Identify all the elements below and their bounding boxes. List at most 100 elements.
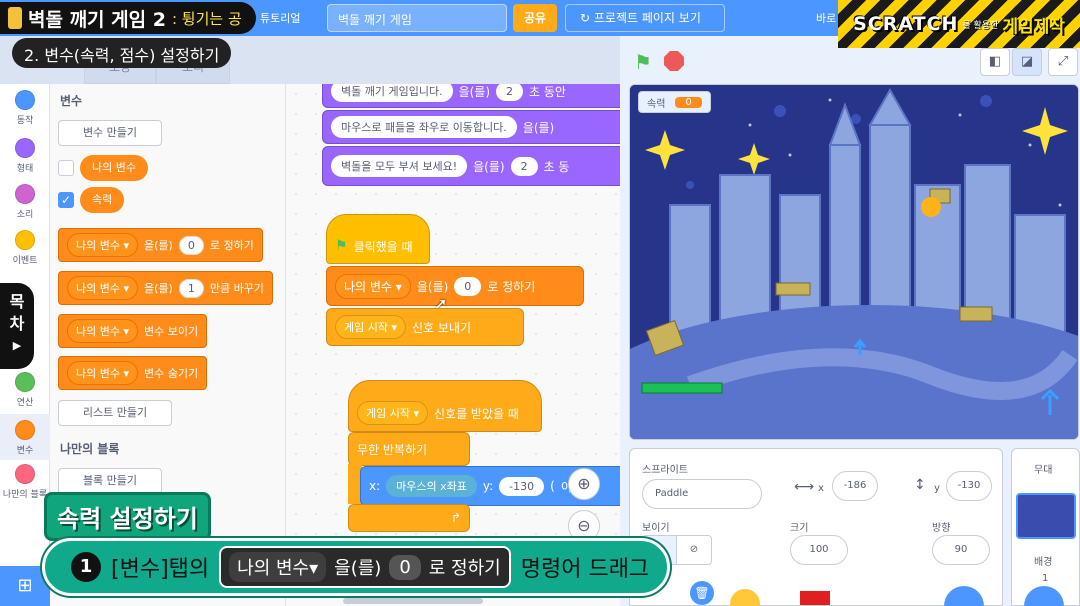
speed-variable-reporter[interactable]: 속력 xyxy=(80,187,125,213)
direction-label: 방향 xyxy=(932,523,951,534)
say-text-input[interactable]: 벽돌 깨기 게임입니다. xyxy=(331,84,453,102)
y-label: y xyxy=(934,483,940,494)
stage-selector-panel[interactable]: 무대 배경 1 xyxy=(1011,448,1080,606)
set-variable-block[interactable]: 나의 변수 ▾ 을(를) 0 로 정하기 xyxy=(58,228,263,262)
backdrop-thumbnail xyxy=(1016,493,1076,539)
normal-stage-button[interactable]: ◪ xyxy=(1012,48,1042,76)
size-input[interactable]: 100 xyxy=(790,535,848,565)
zoom-in-button[interactable]: ⊕ xyxy=(568,468,600,500)
category-variables[interactable]: 변수 xyxy=(0,414,50,460)
caption-block-value: 0 xyxy=(389,554,421,580)
say-text-input[interactable]: 벽돌을 모두 부셔 보세요! xyxy=(331,155,468,177)
category-sound[interactable]: 소리 xyxy=(0,184,50,220)
x-input[interactable]: -186 xyxy=(832,471,878,501)
caption-block-suffix: 로 정하기 xyxy=(428,558,501,579)
speed-variable-monitor[interactable]: 속력 0 xyxy=(638,91,711,113)
variable-dropdown[interactable]: 나의 변수 ▾ xyxy=(67,361,138,385)
category-motion[interactable]: 동작 xyxy=(0,90,50,126)
variable-dropdown[interactable]: 나의 변수 ▾ xyxy=(67,233,138,257)
trash-icon[interactable]: 🗑 xyxy=(690,581,714,605)
variable-dropdown[interactable]: 나의 변수 ▾ xyxy=(335,273,411,299)
caption-block-mid: 을(를) xyxy=(334,558,382,579)
sprite-name-input[interactable]: Paddle xyxy=(642,479,762,509)
looks-dot-icon xyxy=(15,138,35,158)
hide-sprite-toggle[interactable]: ⊘ xyxy=(676,535,712,565)
show-label: 보이기 xyxy=(642,523,670,534)
say-text-input[interactable]: 마우스로 패들을 좌우로 이동합니다. xyxy=(331,116,517,138)
brand-logo: SCRATCH 를 활용한 게임제작 xyxy=(838,0,1080,48)
value-input[interactable]: 1 xyxy=(178,278,204,298)
block-text: x: xyxy=(369,479,381,493)
stage-canvas[interactable]: 속력 0 xyxy=(629,84,1079,440)
small-stage-button[interactable]: ◧ xyxy=(980,48,1010,76)
see-project-page-label: 프로젝트 페이지 보기 xyxy=(593,11,701,25)
ball-sprite-thumbnail[interactable] xyxy=(730,589,760,606)
script-area-scrollbar[interactable] xyxy=(343,598,483,604)
show-variable-block[interactable]: 나의 변수 ▾ 변수 보이기 xyxy=(58,314,208,348)
make-variable-button[interactable]: 변수 만들기 xyxy=(58,120,162,146)
block-text: 무한 반복하기 xyxy=(357,442,428,457)
y-arrows-icon: ↕ xyxy=(914,477,926,493)
caption-heading: 속력 설정하기 xyxy=(44,492,211,541)
category-label: 연산 xyxy=(16,398,34,408)
brick-sprite-thumbnail[interactable] xyxy=(800,591,830,605)
share-button[interactable]: 공유 xyxy=(513,4,557,32)
script-area[interactable]: 벽돌 깨기 게임입니다. 을(를) 2 초 동안 마우스로 패들을 좌우로 이동… xyxy=(286,84,620,606)
hide-variable-block[interactable]: 나의 변수 ▾ 변수 숨기기 xyxy=(58,356,208,390)
value-input[interactable]: 0 xyxy=(178,235,204,255)
secs-input[interactable]: 2 xyxy=(510,156,538,176)
category-looks[interactable]: 형태 xyxy=(0,138,50,174)
sound-dot-icon xyxy=(15,184,35,204)
change-variable-block[interactable]: 나의 변수 ▾ 을(를) 1 만큼 바꾸기 xyxy=(58,271,273,305)
operators-dot-icon xyxy=(15,372,35,392)
green-flag-button[interactable]: ⚑ xyxy=(634,50,652,74)
category-events[interactable]: 이벤트 xyxy=(0,230,50,266)
caption-bar: 1 [변수]탭의 나의 변수▾ 을(를) 0 로 정하기 명령어 드래그 xyxy=(42,538,670,596)
toc-arrow-icon: ▶ xyxy=(12,339,22,352)
see-project-page-button[interactable]: ↻ 프로젝트 페이지 보기 xyxy=(565,4,725,32)
paddle-sprite xyxy=(641,382,723,394)
variable-dropdown[interactable]: 나의 변수 ▾ xyxy=(67,276,138,300)
y-input[interactable]: -130 xyxy=(499,476,545,496)
message-dropdown[interactable]: 게임 시작 ▾ xyxy=(357,401,428,425)
block-text: 초 동 xyxy=(543,159,570,174)
caption-after: 명령어 드래그 xyxy=(520,557,650,582)
stop-button[interactable] xyxy=(664,51,684,71)
block-text: y: xyxy=(482,479,494,493)
direction-input[interactable]: 90 xyxy=(932,535,990,565)
block-text: 을(를) xyxy=(416,279,449,294)
my-variable-checkbox[interactable] xyxy=(58,160,74,176)
user-menu[interactable]: 바로 xyxy=(816,10,836,26)
value-input[interactable]: 0 xyxy=(454,276,482,296)
my-variable-reporter[interactable]: 나의 변수 xyxy=(80,155,148,181)
category-label: 이벤트 xyxy=(12,256,38,266)
say-block-1[interactable]: 벽돌 깨기 게임입니다. 을(를) 2 초 동안 xyxy=(322,84,620,108)
tutorials-menu[interactable]: 튜토리얼 xyxy=(260,10,300,26)
when-i-receive-hat[interactable]: 게임 시작 ▾ 신호를 받았을 때 xyxy=(348,380,542,432)
say-block-3[interactable]: 벽돌을 모두 부셔 보세요! 을(를) 2 초 동 xyxy=(322,146,620,186)
block-text: 을(를) xyxy=(473,159,505,174)
y-input[interactable]: -130 xyxy=(946,471,992,501)
message-dropdown[interactable]: 게임 시작 ▾ xyxy=(335,315,406,339)
category-operators[interactable]: 연산 xyxy=(0,372,50,408)
when-flag-clicked-hat[interactable]: ⚑ 클릭했을 때 xyxy=(326,214,430,264)
make-block-button[interactable]: 블록 만들기 xyxy=(58,468,162,494)
secs-input[interactable]: 2 xyxy=(496,84,524,101)
motion-dot-icon xyxy=(15,90,35,110)
say-block-2[interactable]: 마우스로 패들을 좌우로 이동합니다. 을(를) xyxy=(322,110,620,144)
block-text: 만큼 바꾸기 xyxy=(209,282,264,295)
set-variable-script-block[interactable]: 나의 변수 ▾ 을(를) 0 로 정하기 xyxy=(326,266,584,306)
fullscreen-button[interactable]: ⤢ xyxy=(1048,48,1078,76)
toc-tab[interactable]: 목 차 ▶ xyxy=(0,283,34,369)
variables-heading: 변수 xyxy=(60,94,83,108)
block-text: 변수 보이기 xyxy=(144,325,199,338)
speed-variable-checkbox[interactable]: ✓ xyxy=(58,192,74,208)
broadcast-block[interactable]: 게임 시작 ▾ 신호 보내기 xyxy=(326,308,524,346)
mouse-x-reporter[interactable]: 마우스의 x좌표 xyxy=(386,475,477,497)
category-my-blocks[interactable]: 나만의 블록 xyxy=(0,464,50,500)
stage-backdrop xyxy=(630,85,1078,439)
make-list-button[interactable]: 리스트 만들기 xyxy=(58,400,172,426)
project-title-input[interactable]: 벽돌 깨기 게임 xyxy=(327,4,507,32)
forever-block[interactable]: 무한 반복하기 xyxy=(348,432,470,466)
variable-dropdown[interactable]: 나의 변수 ▾ xyxy=(67,319,138,343)
